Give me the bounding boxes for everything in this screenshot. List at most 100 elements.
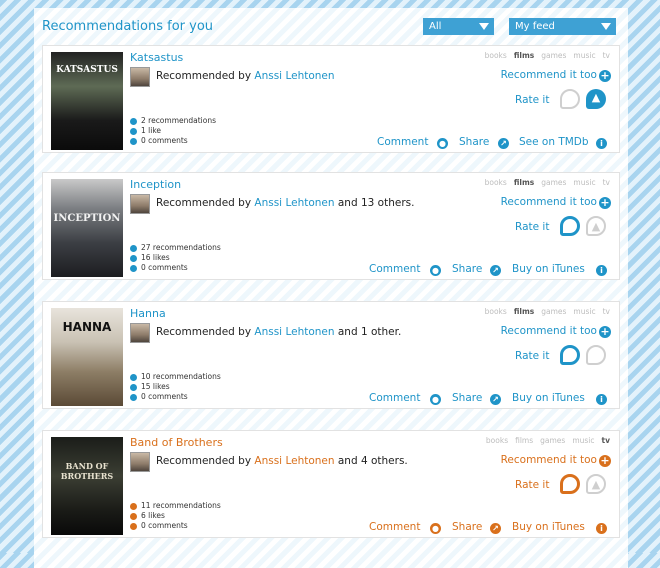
feed-filter-dropdown[interactable]: My feed xyxy=(509,18,616,35)
recommend-it-too-button[interactable]: Recommend it too xyxy=(501,454,597,466)
recommender-link[interactable]: Anssi Lehtonen xyxy=(254,455,334,467)
category-tv[interactable]: tv xyxy=(603,51,610,60)
recommender-link[interactable]: Anssi Lehtonen xyxy=(254,326,334,338)
external-link[interactable]: See on TMDb xyxy=(519,136,589,148)
recommended-by: Recommended by Anssi Lehtonen and 13 oth… xyxy=(156,197,415,209)
avatar[interactable] xyxy=(130,323,150,343)
category-music[interactable]: music xyxy=(573,178,595,187)
like-count: 16 likes xyxy=(141,253,170,262)
plus-icon[interactable]: + xyxy=(599,197,611,209)
poster-title: HANNA xyxy=(62,320,112,334)
share-icon[interactable]: ↗ xyxy=(490,394,501,405)
category-books[interactable]: books xyxy=(485,307,507,316)
rate-it-label: Rate it xyxy=(515,350,550,362)
plus-icon[interactable]: + xyxy=(599,70,611,82)
category-books[interactable]: books xyxy=(485,51,507,60)
avatar[interactable] xyxy=(130,67,150,87)
avatar[interactable] xyxy=(130,194,150,214)
recommender-link[interactable]: Anssi Lehtonen xyxy=(254,197,334,209)
recommendation-count: 11 recommendations xyxy=(141,501,221,510)
plus-icon[interactable]: + xyxy=(599,455,611,467)
external-link[interactable]: Buy on iTunes xyxy=(512,521,585,533)
dislike-bubble-icon[interactable]: ▲ xyxy=(586,474,606,494)
like-bubble-icon[interactable] xyxy=(560,216,580,236)
recommendation-card: HANNA Hanna Recommended by Anssi Lehtone… xyxy=(42,301,620,409)
category-list: books films games music tv xyxy=(478,307,610,316)
like-bubble-icon[interactable] xyxy=(560,89,580,109)
category-films[interactable]: films xyxy=(514,307,534,316)
avatar[interactable] xyxy=(130,452,150,472)
comment-icon[interactable]: ● xyxy=(437,138,448,149)
comment-button[interactable]: Comment xyxy=(369,263,420,275)
poster-image[interactable]: BAND OF BROTHERS xyxy=(51,437,123,535)
like-bubble-icon[interactable] xyxy=(560,474,580,494)
recommendation-card: BAND OF BROTHERS Band of Brothers Recomm… xyxy=(42,430,620,538)
stats-list: 11 recommendations 6 likes 0 comments xyxy=(130,501,221,531)
recommended-by: Recommended by Anssi Lehtonen xyxy=(156,70,335,82)
dislike-bubble-icon[interactable]: ▲ xyxy=(586,89,606,109)
category-games[interactable]: games xyxy=(541,51,566,60)
category-films[interactable]: films xyxy=(515,436,533,445)
stats-list: 2 recommendations 1 like 0 comments xyxy=(130,116,216,146)
stats-list: 27 recommendations 16 likes 0 comments xyxy=(130,243,221,273)
external-link[interactable]: Buy on iTunes xyxy=(512,392,585,404)
item-title[interactable]: Katsastus xyxy=(130,51,183,64)
external-link[interactable]: Buy on iTunes xyxy=(512,263,585,275)
category-games[interactable]: games xyxy=(541,307,566,316)
share-button[interactable]: Share xyxy=(459,136,489,148)
like-count: 1 like xyxy=(141,126,162,135)
share-icon[interactable]: ↗ xyxy=(490,265,501,276)
info-icon[interactable]: i xyxy=(596,394,607,405)
feed-filter-value: My feed xyxy=(515,21,555,32)
comment-icon[interactable]: ● xyxy=(430,265,441,276)
category-books[interactable]: books xyxy=(486,436,508,445)
comment-button[interactable]: Comment xyxy=(377,136,428,148)
comment-icon[interactable]: ● xyxy=(430,523,441,534)
category-music[interactable]: music xyxy=(572,436,594,445)
rate-it-label: Rate it xyxy=(515,221,550,233)
share-icon[interactable]: ↗ xyxy=(490,523,501,534)
dislike-bubble-icon[interactable]: ▲ xyxy=(586,216,606,236)
share-button[interactable]: Share xyxy=(452,392,482,404)
recommend-it-too-button[interactable]: Recommend it too xyxy=(501,196,597,208)
category-list: books films games music tv xyxy=(478,178,610,187)
category-filter-dropdown[interactable]: All xyxy=(423,18,494,35)
info-icon[interactable]: i xyxy=(596,138,607,149)
recommender-link[interactable]: Anssi Lehtonen xyxy=(254,70,334,82)
category-music[interactable]: music xyxy=(573,307,595,316)
category-films[interactable]: films xyxy=(514,178,534,187)
info-icon[interactable]: i xyxy=(596,523,607,534)
category-films[interactable]: films xyxy=(514,51,534,60)
category-list: books films games music tv xyxy=(478,51,610,60)
category-tv[interactable]: tv xyxy=(602,436,610,445)
poster-image[interactable]: HANNA xyxy=(51,308,123,406)
comment-icon[interactable]: ● xyxy=(430,394,441,405)
share-icon[interactable]: ↗ xyxy=(498,138,509,149)
page-title: Recommendations for you xyxy=(42,19,214,34)
dislike-bubble-icon[interactable] xyxy=(586,345,606,365)
category-games[interactable]: games xyxy=(540,436,565,445)
category-music[interactable]: music xyxy=(573,51,595,60)
item-title[interactable]: Band of Brothers xyxy=(130,436,223,449)
item-title[interactable]: Hanna xyxy=(130,307,166,320)
info-icon[interactable]: i xyxy=(596,265,607,276)
poster-image[interactable]: KATSASTUS xyxy=(51,52,123,150)
recommend-it-too-button[interactable]: Recommend it too xyxy=(501,69,597,81)
category-filter-value: All xyxy=(429,21,442,32)
category-games[interactable]: games xyxy=(541,178,566,187)
comment-button[interactable]: Comment xyxy=(369,392,420,404)
others-text: and 1 other. xyxy=(337,326,402,338)
category-tv[interactable]: tv xyxy=(603,178,610,187)
category-tv[interactable]: tv xyxy=(603,307,610,316)
stats-list: 10 recommendations 15 likes 0 comments xyxy=(130,372,221,402)
like-bubble-icon[interactable] xyxy=(560,345,580,365)
comment-button[interactable]: Comment xyxy=(369,521,420,533)
poster-image[interactable]: INCEPTION xyxy=(51,179,123,277)
recommend-it-too-button[interactable]: Recommend it too xyxy=(501,325,597,337)
share-button[interactable]: Share xyxy=(452,263,482,275)
share-button[interactable]: Share xyxy=(452,521,482,533)
plus-icon[interactable]: + xyxy=(599,326,611,338)
item-title[interactable]: Inception xyxy=(130,178,181,191)
category-books[interactable]: books xyxy=(485,178,507,187)
comment-count: 0 comments xyxy=(141,263,188,272)
